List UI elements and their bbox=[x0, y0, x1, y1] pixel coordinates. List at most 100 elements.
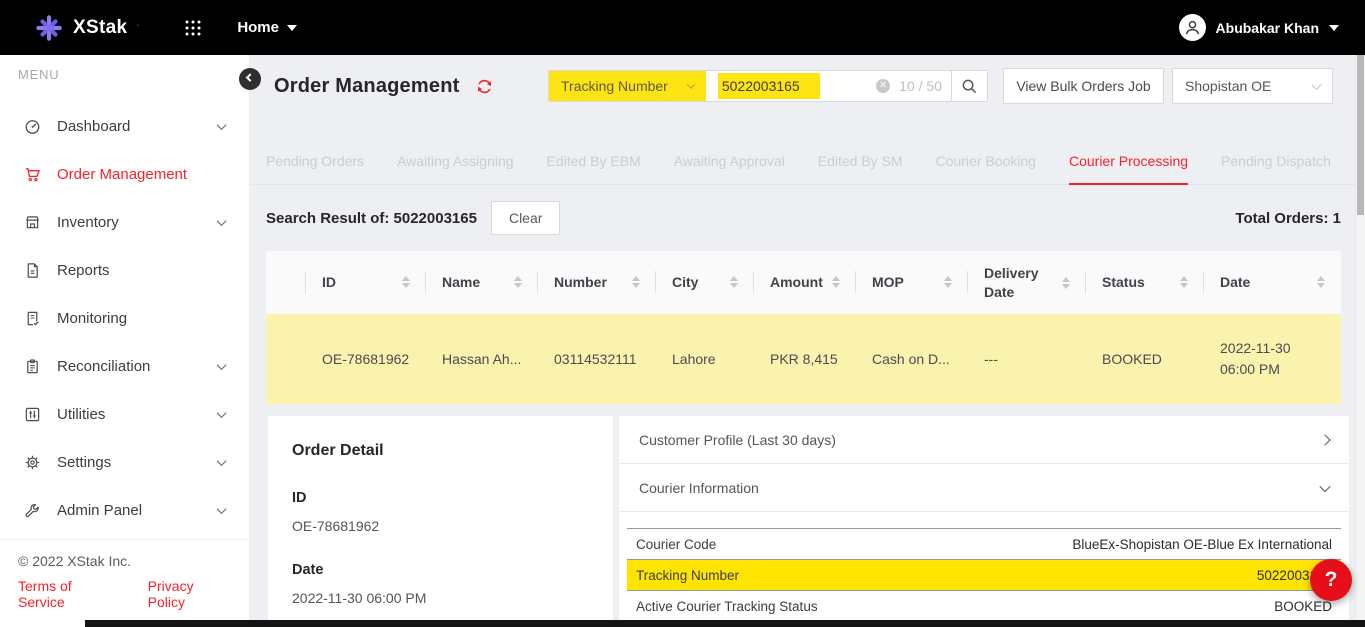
tab-edited-by-sm[interactable]: Edited By SM bbox=[818, 141, 903, 184]
table-header-row: ID Name Number City Amount MOP Delivery … bbox=[266, 251, 1341, 314]
search-button[interactable] bbox=[951, 71, 987, 101]
search-input[interactable]: 5022003165 ✕ 10 / 50 bbox=[706, 71, 951, 101]
nav-home[interactable]: Home bbox=[237, 19, 297, 36]
tab-pending-dispatch[interactable]: Pending Dispatch bbox=[1221, 141, 1331, 184]
search-result-label: Search Result of: 5022003165 bbox=[266, 210, 477, 227]
privacy-policy-link[interactable]: Privacy Policy bbox=[148, 578, 231, 610]
monitoring-icon bbox=[24, 310, 42, 327]
courier-info-card: Customer Profile (Last 30 days) Courier … bbox=[619, 416, 1349, 627]
sort-icon[interactable] bbox=[402, 276, 410, 288]
tab-pending-orders[interactable]: Pending Orders bbox=[266, 141, 364, 184]
search-icon bbox=[961, 78, 978, 95]
column-header-date: Date bbox=[1220, 273, 1250, 292]
accordion-customer-profile[interactable]: Customer Profile (Last 30 days) bbox=[619, 416, 1349, 464]
column-header-name: Name bbox=[442, 273, 480, 292]
active-tracking-status-label: Active Courier Tracking Status bbox=[636, 599, 818, 614]
order-detail-section: Order Detail ID OE-78681962 Date 2022-11… bbox=[268, 416, 1349, 627]
clear-input-icon[interactable]: ✕ bbox=[876, 79, 890, 93]
sidebar-footer: © 2022 XStak Inc. Terms of Service Priva… bbox=[0, 539, 249, 620]
avatar bbox=[1179, 14, 1206, 41]
sidebar-item-reconciliation[interactable]: Reconciliation bbox=[0, 342, 249, 390]
tab-awaiting-approval[interactable]: Awaiting Approval bbox=[674, 141, 785, 184]
field-value-date: 2022-11-30 06:00 PM bbox=[292, 590, 589, 606]
dashboard-icon bbox=[24, 118, 42, 135]
view-bulk-orders-job-button[interactable]: View Bulk Orders Job bbox=[1003, 68, 1164, 104]
sort-icon[interactable] bbox=[1180, 276, 1188, 288]
horizontal-scrollbar-thumb[interactable] bbox=[85, 620, 1365, 627]
menu-label: MENU bbox=[18, 67, 249, 82]
main-content: Order Management Tracking Number 5022003… bbox=[250, 55, 1365, 627]
copyright-text: © 2022 XStak Inc. bbox=[18, 553, 231, 569]
tab-awaiting-assigning[interactable]: Awaiting Assigning bbox=[397, 141, 513, 184]
help-button[interactable]: ? bbox=[1310, 559, 1352, 601]
top-navbar: XStakˈ Home Abubakar Khan bbox=[0, 0, 1365, 55]
chevron-down-icon bbox=[217, 408, 227, 418]
chevron-down-icon bbox=[217, 216, 227, 226]
chevron-down-icon bbox=[217, 504, 227, 514]
courier-information-label: Courier Information bbox=[639, 480, 759, 496]
tab-courier-processing[interactable]: Courier Processing bbox=[1069, 141, 1188, 184]
brand-name: XStak bbox=[73, 17, 127, 39]
table-header-spacer bbox=[266, 251, 306, 314]
cell-amount: PKR 8,415 bbox=[754, 349, 856, 370]
vertical-scrollbar[interactable] bbox=[1355, 55, 1365, 627]
clipboard-icon bbox=[24, 358, 42, 375]
back-button[interactable] bbox=[239, 68, 261, 90]
column-header-delivery-date: Delivery Date bbox=[984, 264, 1044, 302]
order-search-bar: Tracking Number 5022003165 ✕ 10 / 50 bbox=[548, 70, 988, 102]
sidebar-item-admin-panel[interactable]: Admin Panel bbox=[0, 486, 249, 534]
char-counter: 10 / 50 bbox=[899, 78, 942, 94]
sort-icon[interactable] bbox=[514, 276, 522, 288]
sidebar-item-order-management[interactable]: Order Management bbox=[0, 150, 249, 198]
tracking-number-label: Tracking Number bbox=[636, 568, 739, 583]
cell-mop: Cash on D... bbox=[856, 349, 968, 370]
terms-of-service-link[interactable]: Terms of Service bbox=[18, 578, 118, 610]
tab-edited-by-ebm[interactable]: Edited By EBM bbox=[547, 141, 641, 184]
order-detail-card: Order Detail ID OE-78681962 Date 2022-11… bbox=[268, 416, 613, 627]
cell-city: Lahore bbox=[656, 349, 754, 370]
apps-grid-icon[interactable] bbox=[183, 18, 203, 38]
courier-code-label: Courier Code bbox=[636, 537, 716, 552]
chevron-down-icon bbox=[1329, 25, 1339, 31]
search-filter-select[interactable]: Tracking Number bbox=[549, 71, 706, 101]
cell-delivery-date: --- bbox=[968, 349, 1086, 370]
chevron-left-icon bbox=[246, 73, 254, 81]
vertical-scrollbar-thumb[interactable] bbox=[1357, 55, 1364, 215]
sort-icon[interactable] bbox=[1062, 277, 1070, 289]
column-header-amount: Amount bbox=[770, 273, 823, 292]
sort-icon[interactable] bbox=[944, 276, 952, 288]
sidebar-item-inventory[interactable]: Inventory bbox=[0, 198, 249, 246]
user-name: Abubakar Khan bbox=[1216, 20, 1319, 36]
field-label-date: Date bbox=[292, 562, 589, 578]
refresh-icon[interactable] bbox=[475, 77, 494, 96]
accordion-courier-information[interactable]: Courier Information bbox=[619, 464, 1349, 512]
user-menu[interactable]: Abubakar Khan bbox=[1179, 14, 1339, 41]
cell-order-id: OE-78681962 bbox=[306, 349, 426, 370]
chevron-right-icon bbox=[1319, 434, 1330, 445]
sort-icon[interactable] bbox=[1317, 276, 1325, 288]
store-select[interactable]: Shopistan OE bbox=[1172, 68, 1333, 104]
store-icon bbox=[24, 214, 42, 231]
sort-icon[interactable] bbox=[832, 276, 840, 288]
courier-code-value: BlueEx-Shopistan OE-Blue Ex Internationa… bbox=[1072, 537, 1332, 552]
orders-table: ID Name Number City Amount MOP Delivery … bbox=[266, 251, 1341, 404]
status-tabs: Pending Orders Awaiting Assigning Edited… bbox=[250, 139, 1365, 185]
tab-courier-booking[interactable]: Courier Booking bbox=[936, 141, 1036, 184]
column-header-mop: MOP bbox=[872, 273, 904, 292]
sort-icon[interactable] bbox=[730, 276, 738, 288]
sidebar-item-reports[interactable]: Reports bbox=[0, 246, 249, 294]
wrench-icon bbox=[24, 502, 42, 519]
brand-logo[interactable]: XStakˈ bbox=[34, 13, 139, 43]
search-filter-value: Tracking Number bbox=[561, 78, 668, 94]
field-value-id: OE-78681962 bbox=[292, 518, 589, 534]
sidebar-item-settings[interactable]: Settings bbox=[0, 438, 249, 486]
column-header-number: Number bbox=[554, 273, 607, 292]
clear-search-button[interactable]: Clear bbox=[491, 201, 560, 235]
sort-icon[interactable] bbox=[632, 276, 640, 288]
sidebar-item-dashboard[interactable]: Dashboard bbox=[0, 102, 249, 150]
courier-details-list: Courier Code BlueEx-Shopistan OE-Blue Ex… bbox=[627, 528, 1341, 622]
table-row[interactable]: OE-78681962 Hassan Ah... 03114532111 Lah… bbox=[266, 314, 1341, 404]
sidebar-item-utilities[interactable]: Utilities bbox=[0, 390, 249, 438]
courier-code-row: Courier Code BlueEx-Shopistan OE-Blue Ex… bbox=[627, 529, 1341, 560]
sidebar-item-monitoring[interactable]: Monitoring bbox=[0, 294, 249, 342]
